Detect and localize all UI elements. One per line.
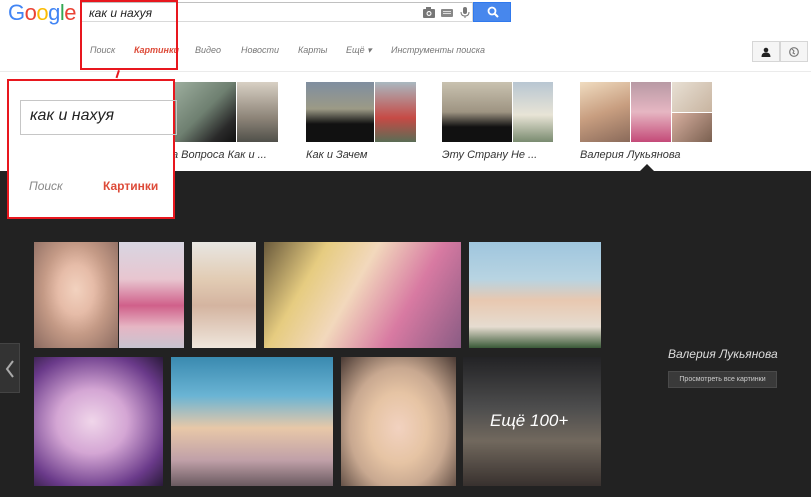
result-image[interactable] bbox=[341, 357, 456, 486]
tab-search-tools[interactable]: Инструменты поиска bbox=[391, 45, 485, 55]
related-thumb[interactable] bbox=[513, 82, 553, 142]
related-label[interactable]: Валерия Лукьянова bbox=[580, 149, 681, 161]
tab-news[interactable]: Новости bbox=[241, 45, 279, 55]
tab-more[interactable]: Ещё ▾ bbox=[346, 45, 372, 56]
panel-title: Валерия Лукьянова bbox=[668, 347, 778, 361]
selected-indicator bbox=[640, 164, 654, 171]
related-thumb[interactable] bbox=[237, 82, 278, 142]
magnified-tab-search: Поиск bbox=[29, 179, 63, 193]
tab-maps[interactable]: Карты bbox=[298, 45, 327, 55]
magnified-tab-images: Картинки bbox=[103, 179, 159, 193]
account-button[interactable] bbox=[752, 41, 780, 62]
keyboard-icon[interactable] bbox=[441, 7, 453, 18]
related-label[interactable]: Как и Зачем bbox=[306, 149, 367, 161]
related-label[interactable]: а Вопроса Как и ... bbox=[172, 149, 267, 161]
callout-magnified-box: как и нахуя Поиск Картинки bbox=[7, 79, 177, 219]
camera-icon[interactable] bbox=[423, 7, 435, 18]
microphone-icon[interactable] bbox=[459, 7, 471, 18]
person-icon bbox=[761, 47, 771, 57]
callout-highlight-box bbox=[80, 0, 178, 70]
result-image[interactable] bbox=[34, 242, 118, 348]
result-image[interactable] bbox=[469, 242, 601, 348]
related-thumb[interactable] bbox=[672, 82, 712, 112]
related-thumb[interactable] bbox=[672, 113, 712, 142]
more-results-label[interactable]: Ещё 100+ bbox=[490, 411, 568, 431]
result-image[interactable] bbox=[34, 357, 163, 486]
previous-button[interactable] bbox=[0, 343, 20, 393]
result-image[interactable] bbox=[171, 357, 333, 486]
related-label[interactable]: Эту Страну Не ... bbox=[442, 149, 537, 161]
google-logo[interactable]: Google bbox=[8, 0, 77, 26]
related-thumb[interactable] bbox=[442, 82, 512, 142]
related-thumb[interactable] bbox=[375, 82, 416, 142]
image-results-panel: Ещё 100+ Валерия Лукьянова Просмотреть в… bbox=[0, 171, 811, 497]
related-thumb[interactable] bbox=[631, 82, 671, 142]
result-image[interactable] bbox=[119, 242, 184, 348]
view-all-images-button[interactable]: Просмотреть все картинки bbox=[668, 371, 777, 388]
chevron-left-icon bbox=[5, 360, 14, 378]
related-thumb[interactable] bbox=[580, 82, 630, 142]
magnified-search-field: как и нахуя bbox=[20, 100, 177, 135]
result-image[interactable] bbox=[192, 242, 256, 348]
result-image[interactable] bbox=[264, 242, 461, 348]
tab-video[interactable]: Видео bbox=[195, 45, 221, 55]
related-thumb[interactable] bbox=[306, 82, 374, 142]
search-icon bbox=[487, 6, 499, 18]
globe-icon bbox=[789, 47, 799, 57]
search-button[interactable] bbox=[473, 2, 511, 22]
related-thumb[interactable] bbox=[172, 82, 236, 142]
safesearch-button[interactable] bbox=[780, 41, 808, 62]
